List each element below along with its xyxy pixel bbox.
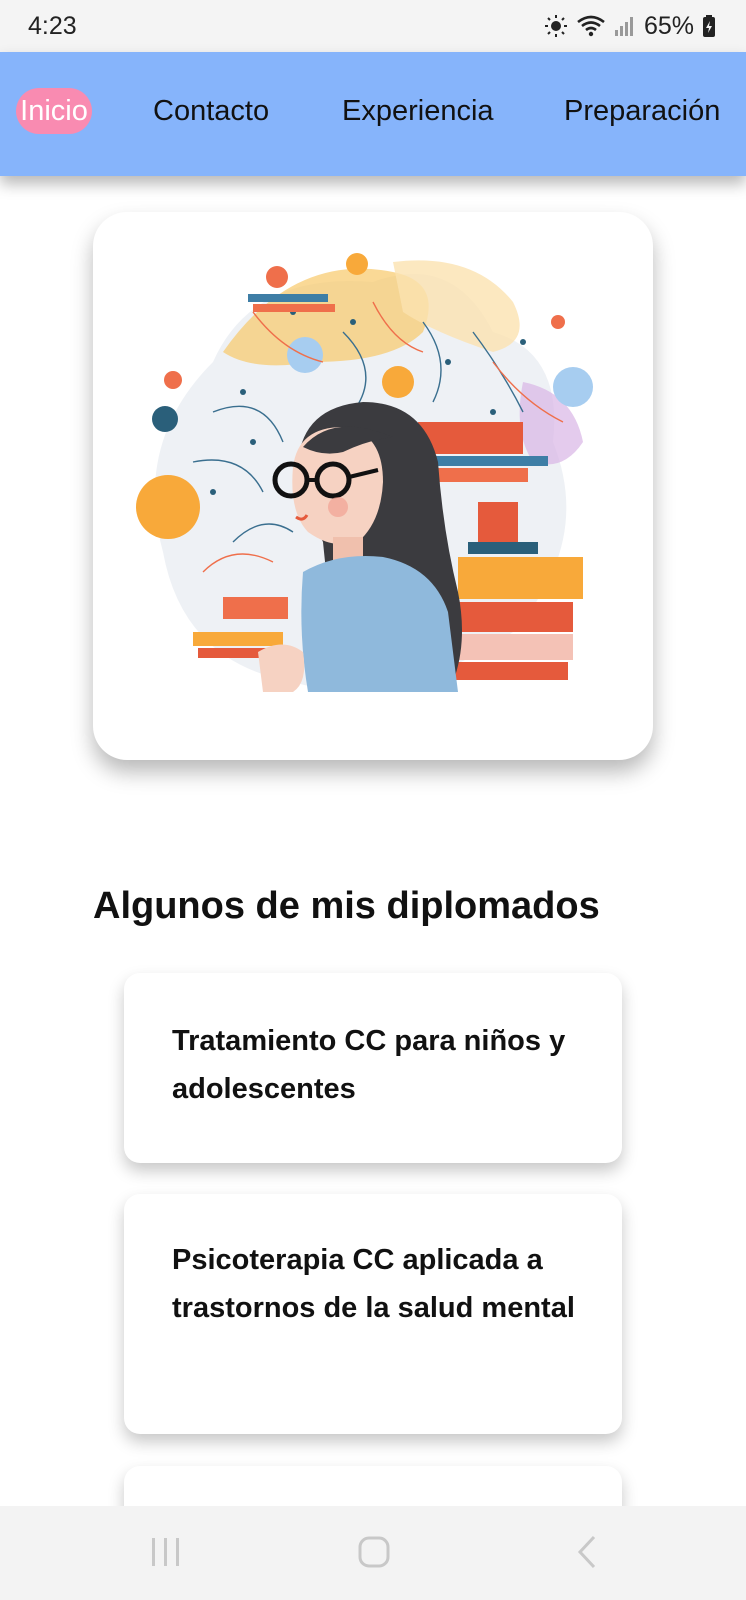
diploma-card-text: Tratamiento CC para niños y adolescentes	[172, 1025, 566, 1105]
diploma-card: Tratamiento CC para niños y adolescentes	[124, 973, 622, 1163]
nav-item-inicio[interactable]: Inicio	[16, 88, 92, 134]
status-bar: 4:23 65%	[0, 0, 746, 52]
recents-icon[interactable]	[148, 1534, 184, 1570]
hero-illustration	[136, 253, 593, 692]
back-icon[interactable]	[570, 1534, 606, 1570]
battery-percent: 65%	[643, 11, 694, 40]
system-navigation-bar	[0, 1506, 746, 1600]
battery-charging-icon	[703, 15, 715, 37]
nav-item-contacto[interactable]: Contacto	[153, 88, 269, 134]
brightness-icon	[544, 15, 567, 37]
home-icon[interactable]	[356, 1534, 392, 1570]
diplomas-section-title: Algunos de mis diplomados	[93, 885, 600, 927]
status-icons: 65%	[544, 12, 716, 41]
diploma-card: Psicoterapia CC aplicada a trastornos de…	[124, 1194, 622, 1434]
wifi-icon	[577, 15, 605, 37]
top-navigation: Inicio Contacto Experiencia Preparación	[0, 52, 746, 176]
hero-image-card	[93, 212, 653, 760]
signal-icon	[614, 17, 633, 36]
diploma-card-text: Psicoterapia CC aplicada a trastornos de…	[172, 1244, 575, 1324]
nav-item-experiencia[interactable]: Experiencia	[342, 88, 494, 134]
status-time: 4:23	[28, 11, 77, 40]
nav-item-preparacion[interactable]: Preparación	[564, 88, 720, 134]
